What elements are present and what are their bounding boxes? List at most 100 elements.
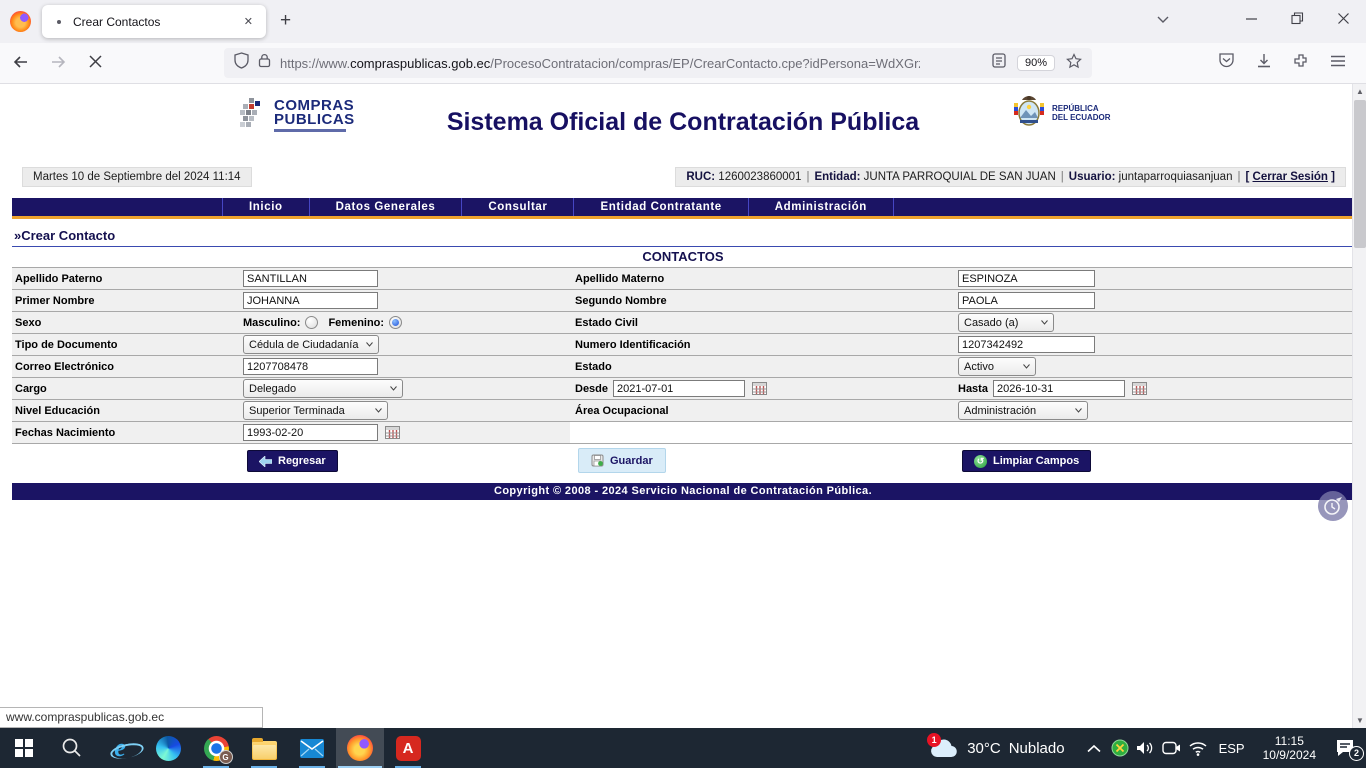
screen: Crear Contactos ✕ + https://www.comprasp… <box>0 0 1366 768</box>
chrome-icon: G <box>204 736 229 761</box>
taskbar-internet-explorer[interactable]: e <box>96 728 144 768</box>
estado-civil-select[interactable]: Casado (a) <box>958 313 1054 332</box>
cargo-select[interactable]: Delegado <box>243 379 403 398</box>
acrobat-icon: A <box>396 736 421 761</box>
meet-now-icon[interactable] <box>1159 740 1185 756</box>
ecuador-coat-of-arms-icon <box>1012 94 1046 132</box>
nav-item-entidad-contratante[interactable]: Entidad Contratante <box>574 198 748 216</box>
firefox-logo-icon[interactable] <box>10 11 31 32</box>
guardar-button[interactable]: Guardar <box>578 448 666 473</box>
internet-explorer-icon: e <box>114 735 126 761</box>
apellido-materno-input[interactable] <box>958 270 1095 287</box>
back-icon[interactable] <box>12 54 30 72</box>
scroll-down-icon[interactable]: ▼ <box>1353 713 1366 728</box>
action-center-button[interactable]: 2 <box>1332 739 1358 757</box>
estado-select[interactable]: Activo <box>958 357 1036 376</box>
weather-temp: 30°C <box>967 740 1001 757</box>
session-bar: RUC: 1260023860001|Entidad: JUNTA PARROQ… <box>675 167 1346 187</box>
taskbar-firefox[interactable] <box>336 728 384 768</box>
wifi-icon[interactable] <box>1185 741 1211 756</box>
language-indicator[interactable]: ESP <box>1219 741 1245 756</box>
limpiar-campos-button[interactable]: ↺ Limpiar Campos <box>962 450 1091 472</box>
sexo-femenino-radio[interactable] <box>389 316 402 329</box>
clean-refresh-icon: ↺ <box>974 455 987 468</box>
taskbar-file-explorer[interactable] <box>240 728 288 768</box>
taskbar-acrobat[interactable]: A <box>384 728 432 768</box>
edge-icon <box>156 736 181 761</box>
shield-icon[interactable] <box>234 52 249 74</box>
pocket-icon[interactable] <box>1218 52 1235 74</box>
url-domain: compraspublicas.gob.ec <box>350 56 490 71</box>
entity-value: JUNTA PARROQUIAL DE SAN JUAN <box>864 171 1056 183</box>
meta-row: Martes 10 de Septiembre del 2024 11:14 R… <box>0 167 1366 187</box>
area-ocupacional-select[interactable]: Administración <box>958 401 1088 420</box>
tab-title: Crear Contactos <box>73 15 240 29</box>
correo-electronico-input[interactable] <box>243 358 378 375</box>
taskbar-chrome[interactable]: G <box>192 728 240 768</box>
segundo-nombre-input[interactable] <box>958 292 1095 309</box>
clock-time: 11:15 <box>1275 734 1304 748</box>
firefox-icon <box>347 735 373 761</box>
taskbar-edge[interactable] <box>144 728 192 768</box>
window-restore-button[interactable] <box>1291 12 1304 25</box>
logout-link[interactable]: Cerrar Sesión <box>1253 171 1328 183</box>
chevron-down-icon <box>375 408 382 413</box>
list-tabs-chevron-icon[interactable] <box>1156 12 1170 26</box>
regresar-button[interactable]: Regresar <box>247 450 338 472</box>
url-bar[interactable]: https://www.compraspublicas.gob.ec/Proce… <box>224 48 1092 78</box>
nivel-educacion-select[interactable]: Superior Terminada <box>243 401 388 420</box>
calendar-icon[interactable] <box>1132 382 1147 395</box>
tipo-documento-select[interactable]: Cédula de Ciudadanía <box>243 335 379 354</box>
desde-input[interactable] <box>613 380 745 397</box>
numero-identificacion-input[interactable] <box>958 336 1095 353</box>
nav-item-consultar[interactable]: Consultar <box>462 198 574 216</box>
stop-loading-icon[interactable] <box>88 54 106 72</box>
window-close-button[interactable] <box>1337 12 1350 25</box>
zoom-level-chip[interactable]: 90% <box>1018 56 1054 70</box>
apellido-paterno-input[interactable] <box>243 270 378 287</box>
window-minimize-button[interactable] <box>1245 12 1258 25</box>
url-path: /ProcesoContratacion/compras/EP/CrearCon… <box>490 56 920 71</box>
extensions-puzzle-icon[interactable] <box>1293 53 1309 74</box>
tray-chevron-up-icon[interactable] <box>1081 744 1107 753</box>
site-footer: Copyright © 2008 - 2024 Servicio Naciona… <box>12 483 1354 500</box>
primer-nombre-input[interactable] <box>243 292 378 309</box>
sexo-masculino-radio[interactable] <box>305 316 318 329</box>
scrollbar-thumb[interactable] <box>1354 100 1366 248</box>
forward-icon[interactable] <box>50 54 68 72</box>
taskbar-clock[interactable]: 11:15 10/9/2024 <box>1263 734 1316 762</box>
nav-item-administracion[interactable]: Administración <box>749 198 894 216</box>
antivirus-tray-icon[interactable] <box>1107 739 1133 757</box>
new-tab-button[interactable]: + <box>280 9 291 33</box>
browser-tab[interactable]: Crear Contactos ✕ <box>42 5 266 38</box>
clock-date: 10/9/2024 <box>1263 748 1316 762</box>
nav-item-inicio[interactable]: Inicio <box>222 198 310 216</box>
calendar-icon[interactable] <box>385 426 400 439</box>
browser-toolbar: https://www.compraspublicas.gob.ec/Proce… <box>0 43 1366 84</box>
start-button[interactable] <box>0 728 48 768</box>
notification-count-badge: 2 <box>1349 746 1364 761</box>
web-page: COMPRASPUBLICAS Sistema Oficial de Contr… <box>0 84 1366 728</box>
volume-icon[interactable] <box>1133 740 1159 756</box>
reader-view-icon[interactable] <box>992 53 1006 73</box>
tab-close-icon[interactable]: ✕ <box>240 13 257 30</box>
url-text: https://www.compraspublicas.gob.ec/Proce… <box>280 56 920 71</box>
taskbar-search-button[interactable] <box>48 728 96 768</box>
page-scrollbar[interactable]: ▲ ▼ <box>1352 84 1366 728</box>
floating-timer-widget[interactable] <box>1318 491 1348 521</box>
fecha-nacimiento-input[interactable] <box>243 424 378 441</box>
windows-logo-icon <box>15 739 33 757</box>
menu-hamburger-icon[interactable] <box>1330 54 1346 73</box>
bookmark-star-icon[interactable] <box>1066 53 1082 74</box>
section-title: CONTACTOS <box>0 249 1366 265</box>
taskbar-weather[interactable]: 1 30°C Nublado <box>929 737 1064 759</box>
nav-item-datos-generales[interactable]: Datos Generales <box>310 198 463 216</box>
taskbar-mail[interactable] <box>288 728 336 768</box>
downloads-icon[interactable] <box>1256 53 1272 74</box>
taskbar: e G A 1 30°C Nublado <box>0 728 1366 768</box>
hasta-input[interactable] <box>993 380 1125 397</box>
lock-icon[interactable] <box>258 53 271 73</box>
scroll-up-icon[interactable]: ▲ <box>1353 84 1366 99</box>
calendar-icon[interactable] <box>752 382 767 395</box>
form-row: Tipo de Documento Cédula de Ciudadanía N… <box>12 334 1354 356</box>
